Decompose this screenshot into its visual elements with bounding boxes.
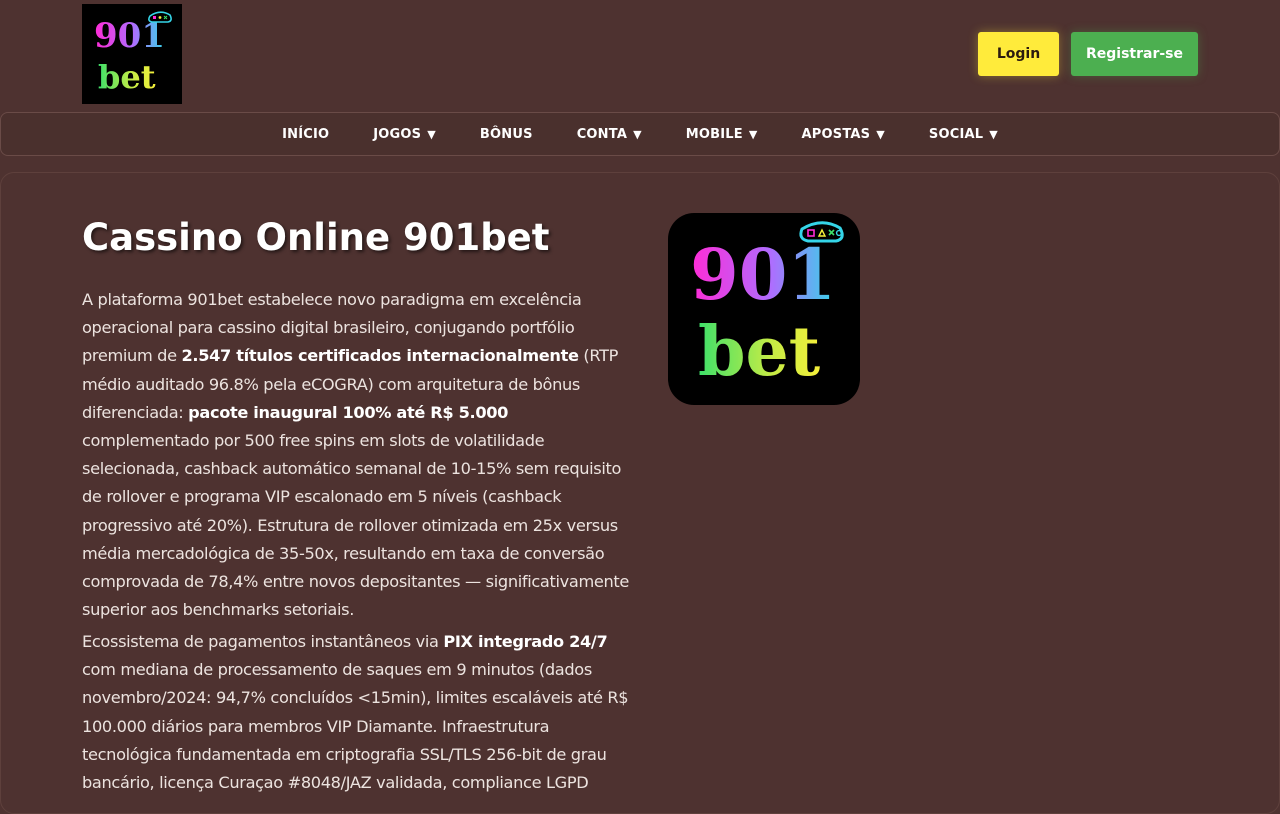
nav-item-mobile[interactable]: MOBILE ▼ (686, 127, 758, 142)
register-button[interactable]: Registrar-se (1071, 32, 1198, 76)
logo-big-901: 901 (690, 233, 836, 316)
nav-item-jogos[interactable]: JOGOS ▼ (373, 127, 436, 142)
nav-item-apostas[interactable]: APOSTAS ▼ (802, 127, 885, 142)
logo-text-bet: bet (98, 58, 156, 96)
intro-paragraph: A plataforma 901bet estabelece novo para… (82, 290, 629, 620)
logo-big-bet: bet (698, 312, 821, 392)
caret-down-icon: ▼ (633, 127, 642, 141)
nav-item-bonus[interactable]: BÔNUS (480, 127, 533, 142)
main-nav: INÍCIO JOGOS ▼ BÔNUS CONTA ▼ MOBILE ▼ APOST… (0, 112, 1280, 156)
nav-item-social[interactable]: SOCIAL ▼ (929, 127, 998, 142)
site-header: 901 bet Login Registrar-se (0, 0, 1280, 112)
caret-down-icon: ▼ (876, 127, 885, 141)
page-title: Cassino Online 901bet (82, 216, 550, 259)
login-button[interactable]: Login (978, 32, 1059, 76)
nav-item-inicio[interactable]: INÍCIO (282, 127, 329, 142)
caret-down-icon: ▼ (989, 127, 998, 141)
caret-down-icon: ▼ (748, 127, 758, 141)
brand-logo-image: 901 bet (668, 213, 860, 405)
site-logo[interactable]: 901 bet (82, 4, 182, 104)
caret-down-icon: ▼ (427, 127, 436, 141)
payments-paragraph: Ecossistema de pagamentos instantâneos v… (82, 632, 629, 793)
nav-item-conta[interactable]: CONTA ▼ (577, 127, 642, 142)
